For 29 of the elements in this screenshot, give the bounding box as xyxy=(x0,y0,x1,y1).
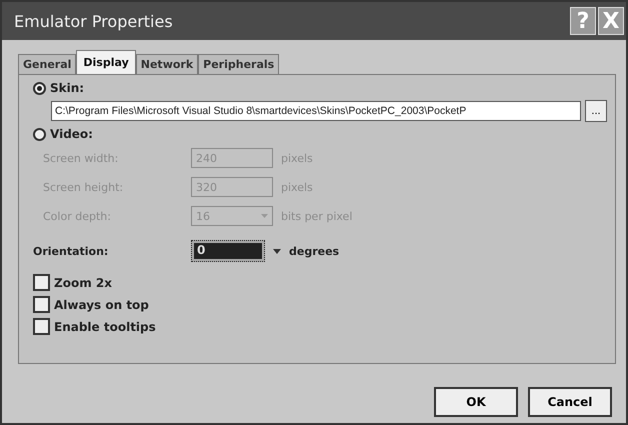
field-label: Color depth: xyxy=(43,210,112,222)
field-label: Screen width: xyxy=(43,152,120,164)
skin-path-field[interactable]: C:\Program Files\Microsoft Visual Studio 8\smartdevices\Skins\PocketPC_2003\PocketP xyxy=(51,101,581,121)
checkbox-label: Always on top xyxy=(54,298,149,312)
window-title: Emulator Properties xyxy=(14,12,174,30)
tab[interactable]: Peripherals xyxy=(198,54,280,74)
checkbox-label: Enable tooltips xyxy=(54,320,156,334)
ok-button[interactable]: OK xyxy=(434,387,518,417)
caret-icon[interactable] xyxy=(273,248,281,254)
field-label: Screen height: xyxy=(43,180,124,194)
checkbox[interactable] xyxy=(33,274,50,291)
radio-button[interactable] xyxy=(33,128,46,140)
tab[interactable]: Network xyxy=(136,54,198,74)
radio-button[interactable] xyxy=(33,82,46,94)
checkbox-label: Zoom 2x xyxy=(54,276,112,290)
video-label: Video: xyxy=(50,127,93,141)
skin-label: Skin: xyxy=(50,81,84,95)
orientation-label: Orientation: xyxy=(33,244,110,258)
cancel-button[interactable]: Cancel xyxy=(528,387,612,417)
degrees-label: degrees xyxy=(289,244,340,258)
orientation-dropdown[interactable]: 0 xyxy=(191,240,265,262)
unit-label: pixels xyxy=(281,152,313,164)
tab[interactable]: Display xyxy=(76,50,136,74)
browse-button[interactable]: ... xyxy=(585,100,607,122)
tab[interactable]: General xyxy=(18,54,76,74)
unit-label: bits per pixel xyxy=(281,210,352,222)
checkbox[interactable] xyxy=(33,296,50,313)
unit-label: pixels xyxy=(281,180,313,194)
checkbox[interactable] xyxy=(33,318,50,335)
